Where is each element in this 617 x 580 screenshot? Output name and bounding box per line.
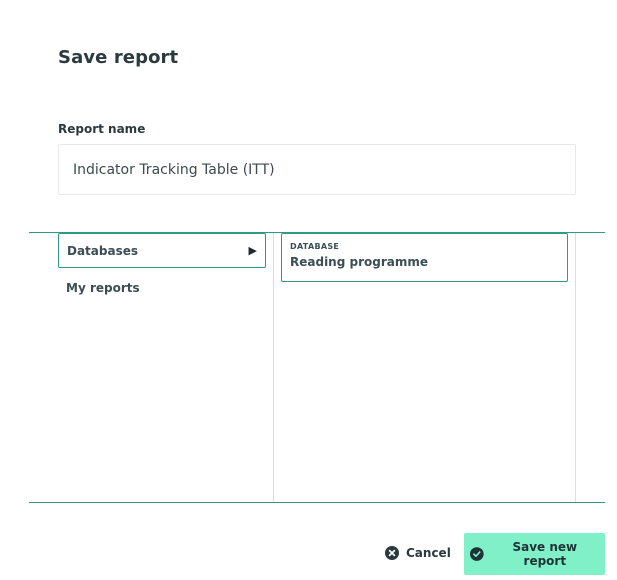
- bottom-divider: [29, 502, 605, 503]
- database-item[interactable]: DATABASE Reading programme: [281, 233, 568, 282]
- save-report-dialog: Save report Report name Databases ▶ My r…: [0, 0, 617, 580]
- report-name-label: Report name: [58, 122, 146, 136]
- close-circle-icon: [385, 546, 399, 560]
- nav-item-my-reports[interactable]: My reports: [58, 270, 266, 305]
- check-circle-icon: [470, 547, 484, 561]
- arrow-right-icon: ▶: [248, 244, 257, 257]
- column-divider: [273, 233, 274, 502]
- save-label: Save new report: [512, 540, 578, 568]
- column-divider: [575, 233, 576, 502]
- report-name-input[interactable]: [58, 144, 576, 195]
- database-type-label: DATABASE: [290, 242, 340, 251]
- nav-item-label: My reports: [66, 280, 140, 295]
- database-name: Reading programme: [290, 255, 428, 269]
- save-new-report-button[interactable]: Save new report: [464, 533, 605, 575]
- nav-item-label: Databases: [67, 243, 139, 258]
- cancel-label: Cancel: [406, 546, 451, 560]
- cancel-button[interactable]: Cancel: [377, 533, 459, 573]
- dialog-title: Save report: [58, 47, 179, 68]
- nav-item-databases[interactable]: Databases ▶: [58, 233, 266, 268]
